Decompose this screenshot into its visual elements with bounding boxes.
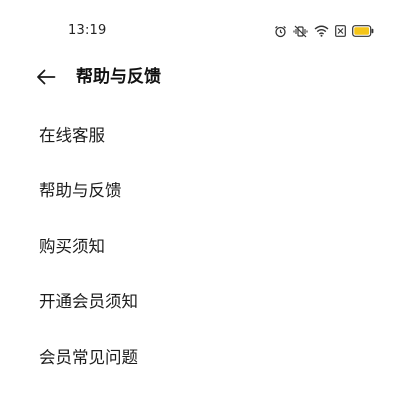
menu-item-help-feedback[interactable]: 帮助与反馈 — [0, 164, 396, 220]
menu-item-online-service[interactable]: 在线客服 — [0, 108, 396, 164]
wifi-icon — [314, 25, 329, 37]
help-feedback-screen: 13:19 帮助与反馈 在线客服 帮助与反馈 购买须知 开通会员须知 会员常见问… — [0, 0, 396, 396]
battery-icon — [352, 25, 374, 37]
sim-icon — [335, 25, 346, 37]
menu-item-label: 帮助与反馈 — [39, 181, 122, 201]
page-title: 帮助与反馈 — [76, 67, 161, 87]
alarm-icon — [274, 25, 287, 38]
status-time: 13:19 — [68, 23, 107, 38]
menu-item-label: 购买须知 — [39, 236, 105, 256]
menu-item-membership-faq[interactable]: 会员常见问题 — [0, 330, 396, 386]
vibrate-mute-icon — [293, 25, 308, 38]
menu-item-label: 会员常见问题 — [39, 347, 138, 367]
menu-item-membership-notice[interactable]: 开通会员须知 — [0, 275, 396, 331]
status-bar: 13:19 — [0, 0, 396, 40]
menu-item-label: 开通会员须知 — [39, 292, 138, 312]
back-button[interactable] — [32, 65, 60, 89]
menu-item-purchase-notice[interactable]: 购买须知 — [0, 219, 396, 275]
arrow-left-icon — [37, 69, 56, 85]
page-header: 帮助与反馈 — [0, 60, 396, 94]
status-icons — [274, 24, 374, 38]
menu-list: 在线客服 帮助与反馈 购买须知 开通会员须知 会员常见问题 — [0, 108, 396, 386]
menu-item-label: 在线客服 — [39, 125, 105, 145]
